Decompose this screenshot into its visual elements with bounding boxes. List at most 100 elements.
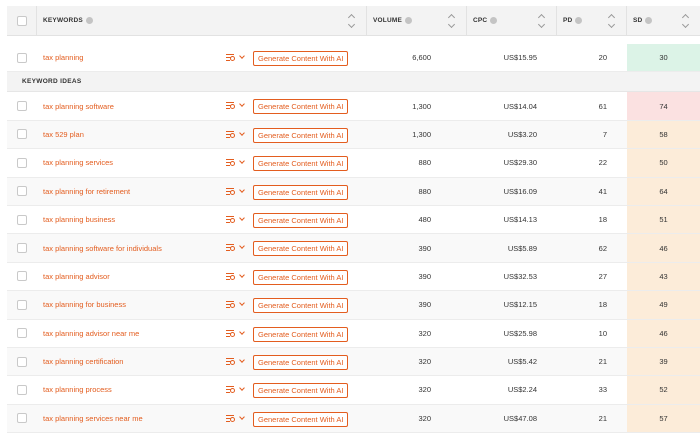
sort-icon[interactable] (682, 14, 690, 28)
serp-analysis-icon[interactable] (226, 215, 236, 224)
header-volume[interactable]: VOLUME (367, 6, 467, 35)
keyword-link[interactable]: tax planning for retirement (43, 187, 130, 196)
info-icon[interactable] (490, 17, 498, 24)
keyword-cell: tax planning process Generate Content Wi… (37, 376, 367, 403)
sort-icon[interactable] (608, 14, 616, 28)
keyword-link[interactable]: tax planning advisor (43, 272, 110, 281)
row-checkbox[interactable] (17, 299, 27, 310)
sd-value: 49 (659, 300, 668, 310)
row-checkbox[interactable] (17, 328, 27, 339)
serp-analysis-icon[interactable] (226, 101, 236, 110)
generate-content-button[interactable]: Generate Content With AI (253, 212, 349, 228)
chevron-down-icon[interactable] (239, 215, 245, 221)
keyword-link[interactable]: tax planning process (43, 385, 112, 394)
keyword-link[interactable]: tax planning services (43, 158, 113, 167)
row-checkbox[interactable] (17, 214, 27, 225)
header-pd[interactable]: PD (557, 6, 627, 35)
sort-icon[interactable] (538, 14, 546, 28)
pd-value: 18 (598, 215, 607, 225)
chevron-down-icon[interactable] (239, 158, 245, 165)
info-icon[interactable] (645, 17, 653, 24)
generate-content-button[interactable]: Generate Content With AI (253, 184, 349, 200)
info-icon[interactable] (575, 17, 583, 24)
generate-content-button[interactable]: Generate Content With AI (253, 298, 349, 314)
sd-value: 39 (659, 357, 668, 367)
generate-content-button[interactable]: Generate Content With AI (253, 411, 349, 427)
chevron-down-icon[interactable] (239, 357, 245, 363)
generate-content-button[interactable]: Generate Content With AI (253, 156, 349, 172)
table-row: tax planning services Generate Content W… (7, 149, 700, 178)
keyword-link[interactable]: tax planning for business (43, 300, 126, 309)
keyword-link[interactable]: tax 529 plan (43, 130, 84, 139)
chevron-down-icon[interactable] (239, 271, 245, 278)
chevron-down-icon[interactable] (239, 328, 245, 335)
serp-analysis-icon[interactable] (226, 300, 236, 309)
cpc-value: US$12.15 (503, 300, 537, 310)
chevron-down-icon[interactable] (239, 101, 245, 108)
chevron-down-icon[interactable] (239, 186, 245, 193)
row-checkbox[interactable] (17, 52, 27, 63)
keyword-link[interactable]: tax planning advisor near me (43, 329, 139, 338)
serp-analysis-icon[interactable] (226, 158, 236, 167)
pd-value: 21 (598, 413, 607, 423)
volume-cell: 320 (367, 348, 467, 375)
generate-content-button[interactable]: Generate Content With AI (253, 99, 349, 115)
pd-cell: 7 (557, 121, 627, 148)
keyword-link[interactable]: tax planning business (43, 215, 115, 224)
chevron-down-icon[interactable] (239, 300, 245, 306)
generate-content-button[interactable]: Generate Content With AI (253, 354, 349, 370)
sort-icon[interactable] (348, 14, 356, 28)
info-icon[interactable] (405, 17, 413, 24)
serp-analysis-icon[interactable] (226, 130, 236, 139)
serp-analysis-icon[interactable] (226, 53, 236, 62)
serp-analysis-icon[interactable] (226, 272, 236, 281)
serp-analysis-icon[interactable] (226, 187, 236, 196)
volume-value: 320 (418, 413, 431, 423)
keyword-link[interactable]: tax planning software (43, 102, 114, 111)
generate-content-button[interactable]: Generate Content With AI (253, 241, 349, 257)
row-checkbox[interactable] (17, 157, 27, 168)
row-checkbox[interactable] (17, 384, 27, 395)
sort-icon[interactable] (448, 14, 456, 28)
cpc-value: US$5.42 (507, 357, 537, 367)
select-all-checkbox[interactable] (16, 15, 27, 26)
generate-content-button[interactable]: Generate Content With AI (253, 51, 349, 66)
keyword-link[interactable]: tax planning services near me (43, 414, 143, 423)
generate-content-button[interactable]: Generate Content With AI (253, 383, 349, 399)
row-checkbox[interactable] (17, 413, 27, 424)
table-row: tax planning advisor Generate Content Wi… (7, 262, 700, 292)
row-checkbox[interactable] (17, 356, 27, 367)
serp-analysis-icon[interactable] (226, 357, 236, 366)
serp-analysis-icon[interactable] (226, 414, 236, 423)
sd-cell: 52 (627, 376, 700, 404)
chevron-down-icon[interactable] (239, 385, 245, 392)
generate-content-button[interactable]: Generate Content With AI (253, 326, 349, 342)
cpc-cell: US$16.09 (467, 178, 557, 205)
generate-content-button[interactable]: Generate Content With AI (253, 127, 349, 143)
row-checkbox[interactable] (17, 101, 27, 112)
generate-content-button[interactable]: Generate Content With AI (253, 269, 349, 285)
chevron-down-icon[interactable] (239, 53, 245, 59)
serp-analysis-icon[interactable] (226, 243, 236, 252)
keyword-link[interactable]: tax planning (43, 53, 83, 62)
header-keywords[interactable]: KEYWORDS (37, 6, 367, 35)
header-sd[interactable]: SD (627, 6, 700, 35)
chevron-down-icon[interactable] (239, 243, 245, 250)
keyword-link[interactable]: tax planning software for individuals (43, 244, 162, 253)
serp-analysis-icon[interactable] (226, 385, 236, 394)
cpc-value: US$3.20 (507, 129, 537, 139)
row-checkbox[interactable] (17, 186, 27, 197)
keyword-link[interactable]: tax planning certification (43, 357, 123, 366)
row-checkbox[interactable] (17, 129, 27, 140)
chevron-down-icon[interactable] (239, 129, 245, 136)
row-checkbox[interactable] (17, 271, 27, 282)
sd-cell: 64 (627, 177, 700, 205)
volume-value: 390 (418, 243, 431, 253)
row-checkbox[interactable] (17, 243, 27, 254)
keyword-cell: tax planning services Generate Content W… (37, 149, 367, 176)
info-icon[interactable] (85, 17, 93, 24)
serp-analysis-icon[interactable] (226, 329, 236, 338)
header-cpc[interactable]: CPC (467, 6, 557, 35)
keyword-cell: tax planning software for individuals Ge… (37, 234, 367, 261)
chevron-down-icon[interactable] (239, 413, 245, 420)
